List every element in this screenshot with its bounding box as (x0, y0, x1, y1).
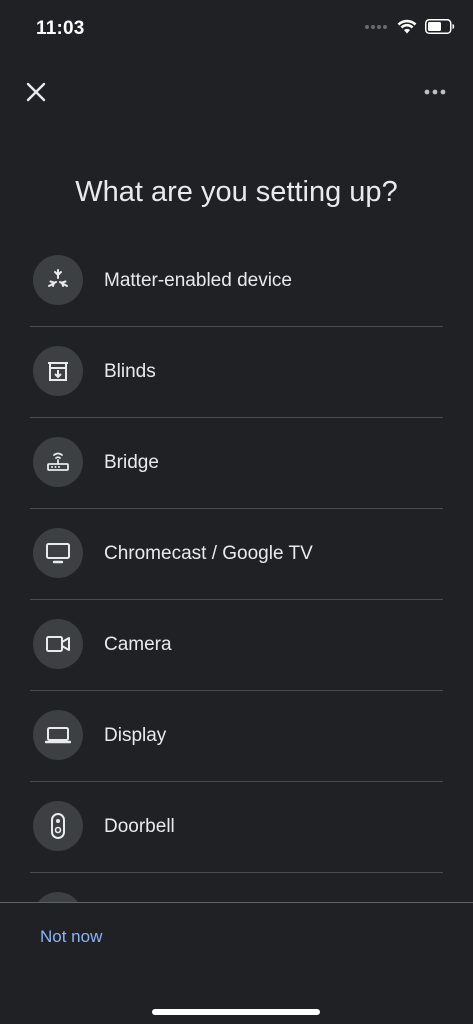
device-list: Matter-enabled device Blinds Bridge Chro… (0, 236, 473, 903)
more-options-button[interactable] (415, 76, 455, 108)
device-item-matter[interactable]: Matter-enabled device (0, 236, 473, 327)
close-button[interactable] (20, 76, 52, 108)
doorbell-icon (33, 801, 83, 851)
device-item-blinds[interactable]: Blinds (0, 327, 473, 418)
device-item-camera[interactable]: Camera (0, 600, 473, 691)
more-horizontal-icon (424, 89, 446, 95)
matter-icon (33, 255, 83, 305)
bottom-action-bar: Not now (0, 902, 473, 1024)
device-item-display[interactable]: Display (0, 691, 473, 782)
top-app-bar (0, 70, 473, 114)
device-label: Matter-enabled device (104, 270, 292, 291)
device-item-partial[interactable] (0, 873, 473, 903)
device-item-doorbell[interactable]: Doorbell (0, 782, 473, 873)
status-icons (365, 19, 455, 34)
status-time: 11:03 (36, 18, 85, 39)
device-label: Bridge (104, 452, 159, 473)
device-label: Doorbell (104, 816, 175, 837)
not-now-button[interactable]: Not now (40, 927, 102, 947)
device-label: Blinds (104, 361, 156, 382)
camera-icon (33, 619, 83, 669)
status-bar: 11:03 (0, 0, 473, 58)
blinds-icon (33, 346, 83, 396)
cellular-signal-icon (365, 24, 387, 29)
page-title: What are you setting up? (75, 176, 398, 208)
device-item-chromecast[interactable]: Chromecast / Google TV (0, 509, 473, 600)
device-label: Chromecast / Google TV (104, 543, 313, 564)
battery-icon (425, 19, 455, 34)
wifi-icon (397, 19, 417, 34)
device-item-bridge[interactable]: Bridge (0, 418, 473, 509)
bridge-icon (33, 437, 83, 487)
device-label: Display (104, 725, 167, 746)
home-indicator[interactable] (152, 1009, 320, 1015)
display-icon (33, 710, 83, 760)
device-label: Camera (104, 634, 172, 655)
tv-icon (33, 528, 83, 578)
close-icon (26, 82, 46, 102)
